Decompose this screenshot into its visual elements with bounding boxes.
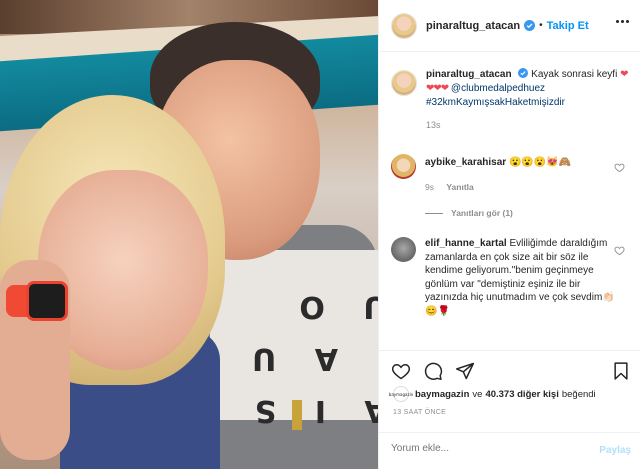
view-replies-label: Yanıtları gör (1): [451, 208, 513, 218]
likes-suffix: beğendi: [561, 388, 596, 400]
comment-input[interactable]: [391, 443, 591, 454]
post-actions: [379, 350, 640, 390]
post-photo[interactable]: A I S I A U U O: [0, 0, 378, 469]
author-avatar[interactable]: [391, 12, 417, 39]
verified-badge-icon: [524, 20, 536, 31]
caption-author[interactable]: pinaraltug_atacan: [426, 69, 512, 80]
heart-icon[interactable]: [391, 361, 411, 381]
follow-button[interactable]: Takip Et: [547, 20, 589, 32]
post-comment-button[interactable]: Paylaş: [599, 445, 631, 456]
comment-text: Evliliğimde daraldığım zamanlarda en çok…: [425, 238, 615, 317]
replies-divider: [425, 212, 443, 214]
verified-badge-icon: [518, 68, 529, 78]
comment-item: aybike_karahisar 😮😮😮😻🙈 9s Yanıtla: [391, 154, 631, 194]
post-caption: pinaraltug_atacan Kayak sonrasi keyfi ❤❤…: [391, 68, 631, 132]
post-side-panel: pinaraltug_atacan • Takip Et pinaraltug_…: [378, 0, 640, 469]
comment-text: 😮😮😮😻🙈: [508, 157, 572, 168]
bookmark-icon[interactable]: [611, 361, 631, 381]
comment-icon[interactable]: [423, 361, 443, 381]
caption-text: Kayak sonrasi keyfi: [531, 69, 618, 80]
jacket-zipper: [292, 400, 302, 430]
commenter-handle[interactable]: elif_hanne_kartal: [425, 238, 507, 249]
caption-mention[interactable]: @clubmedalpedhuez: [451, 83, 545, 94]
caption-hashtag[interactable]: #32kmKaymışsakHaketmişizdir: [426, 97, 565, 108]
more-options-icon[interactable]: [616, 20, 629, 23]
commenter-handle[interactable]: aybike_karahisar: [425, 157, 506, 168]
share-icon[interactable]: [455, 361, 475, 381]
likes-connector: ve: [472, 388, 483, 400]
post-header: pinaraltug_atacan • Takip Et: [379, 0, 640, 52]
likes-summary: baymagazin baymagazin ve 40.373 diğer ki…: [389, 386, 596, 402]
post-timestamp[interactable]: 13 SAAT ÖNCE: [393, 409, 446, 416]
commenter-avatar[interactable]: [391, 154, 416, 179]
liker-handle[interactable]: baymagazin: [415, 389, 469, 400]
author-handle[interactable]: pinaraltug_atacan: [426, 20, 520, 32]
comment-heart-icon[interactable]: [614, 245, 625, 256]
commenter-avatar[interactable]: [391, 237, 416, 262]
smartwatch-face: [26, 281, 68, 321]
liker-avatar[interactable]: baymagazin: [389, 386, 413, 402]
comment-time[interactable]: 9s: [425, 182, 434, 192]
view-replies-button[interactable]: Yanıtları gör (1): [425, 208, 513, 218]
header-separator: •: [539, 20, 543, 31]
reply-button[interactable]: Yanıtla: [446, 182, 473, 192]
caption-author-avatar[interactable]: [391, 70, 417, 96]
comment-item: elif_hanne_kartal Evliliğimde daraldığım…: [391, 237, 631, 318]
likes-count[interactable]: 40.373 diğer kişi: [485, 389, 558, 400]
caption-time[interactable]: 13s: [426, 118, 631, 132]
comment-heart-icon[interactable]: [614, 162, 625, 173]
comment-form: Paylaş: [379, 432, 640, 469]
tshirt-print: A I S I A U U O: [238, 289, 378, 428]
